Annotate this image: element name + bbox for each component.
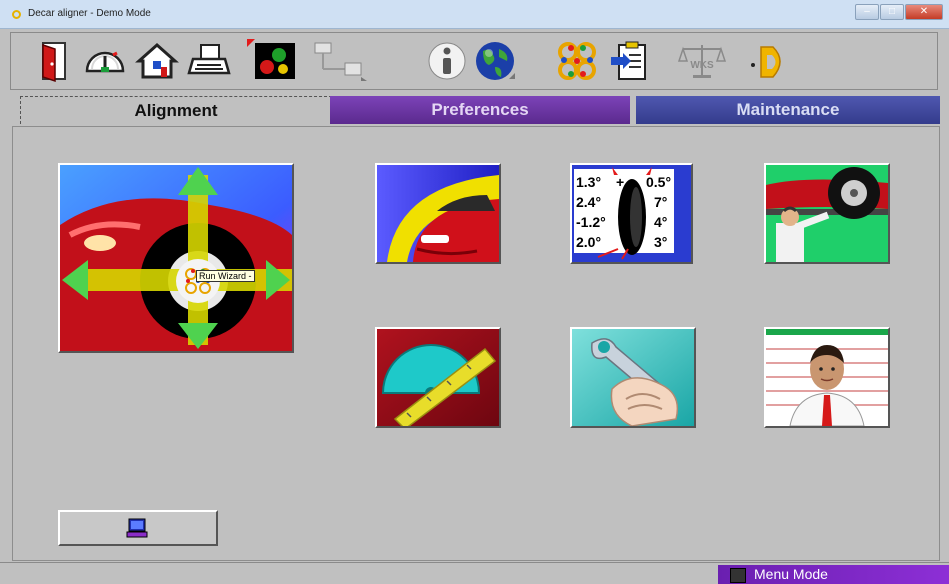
gauge-icon [85,51,125,73]
status-bar: Menu Mode [0,562,949,584]
clipboard-import-icon [611,41,646,80]
alignment-specs-tile[interactable]: 1.3° 2.4° -1.2° 2.0° + 0.5° 7° 4° 3° [570,163,693,264]
clipboard-button[interactable] [609,37,653,85]
vehicle-selection-tile[interactable] [375,163,501,264]
spec-value-4: 2.0° [576,234,601,250]
info-icon [428,42,466,80]
maximize-button[interactable]: □ [880,4,904,20]
language-button[interactable] [473,37,517,85]
display-button[interactable] [247,37,299,85]
network-button[interactable] [309,37,371,85]
toolbar: WKS [10,32,938,90]
spec-value-1: 1.3° [576,174,601,190]
tab-preferences[interactable]: Preferences [330,96,630,124]
exit-door-icon [42,42,66,83]
scale-button[interactable]: WKS [675,37,729,85]
printer-icon [187,44,231,75]
brand-button[interactable] [747,37,791,85]
spec-right-value-4: 3° [654,234,667,250]
run-wizard-tooltip: Run Wizard - [196,270,255,282]
globe-icon [476,42,515,80]
computer-button[interactable] [58,510,218,546]
tab-maintenance[interactable]: Maintenance [636,96,940,124]
app-window: Decar aligner - Demo Mode – □ ✕ WKS Alig… [0,0,949,584]
minimize-button[interactable]: – [855,4,879,20]
run-wizard-tile[interactable] [58,163,294,353]
spec-plus-sign: + [616,174,624,190]
mode-indicator: Menu Mode [718,565,949,584]
angle-measurement-tile[interactable] [375,327,501,428]
display-color-icon [247,39,295,79]
wizard-button[interactable] [555,37,599,85]
customer-info-tile[interactable] [764,327,890,428]
scale-label: WKS [690,60,714,71]
status-text: Menu Mode [754,566,828,582]
protractor-icon [377,329,499,426]
network-diagram-icon [314,42,367,81]
title-bar: Decar aligner - Demo Mode – □ ✕ [0,0,949,29]
car-front-icon [377,165,499,262]
wheel-service-tile[interactable] [764,163,890,264]
window-title: Decar aligner - Demo Mode [28,8,151,19]
adjustment-tools-tile[interactable] [570,327,696,428]
scale-wks-icon: WKS [677,45,727,78]
exit-button[interactable] [31,37,75,85]
spec-right-value-1: 0.5° [646,174,671,190]
brand-d-logo-icon [751,46,781,78]
spec-values-icon: 1.3° 2.4° -1.2° 2.0° + 0.5° 7° 4° 3° [572,165,691,262]
wheel-alignment-icon [60,165,292,351]
computer-icon [126,518,148,538]
wizard-dots-icon [558,42,596,80]
tab-bar: Alignment Preferences Maintenance [12,96,942,126]
spec-right-value-3: 4° [654,214,667,230]
keyboard-icon [730,568,746,583]
tab-alignment[interactable]: Alignment [20,96,332,124]
mechanic-wheel-icon [766,165,888,262]
home-icon [135,42,179,79]
customer-portrait-icon [766,329,888,426]
close-button[interactable]: ✕ [905,4,943,20]
spec-right-value-2: 7° [654,194,667,210]
spec-value-2: 2.4° [576,194,601,210]
info-button[interactable] [425,37,469,85]
wrench-hands-icon [572,329,694,426]
print-button[interactable] [187,37,231,85]
gauge-button[interactable] [83,37,127,85]
home-button[interactable] [135,37,179,85]
spec-value-3: -1.2° [576,214,606,230]
app-icon [12,10,21,19]
